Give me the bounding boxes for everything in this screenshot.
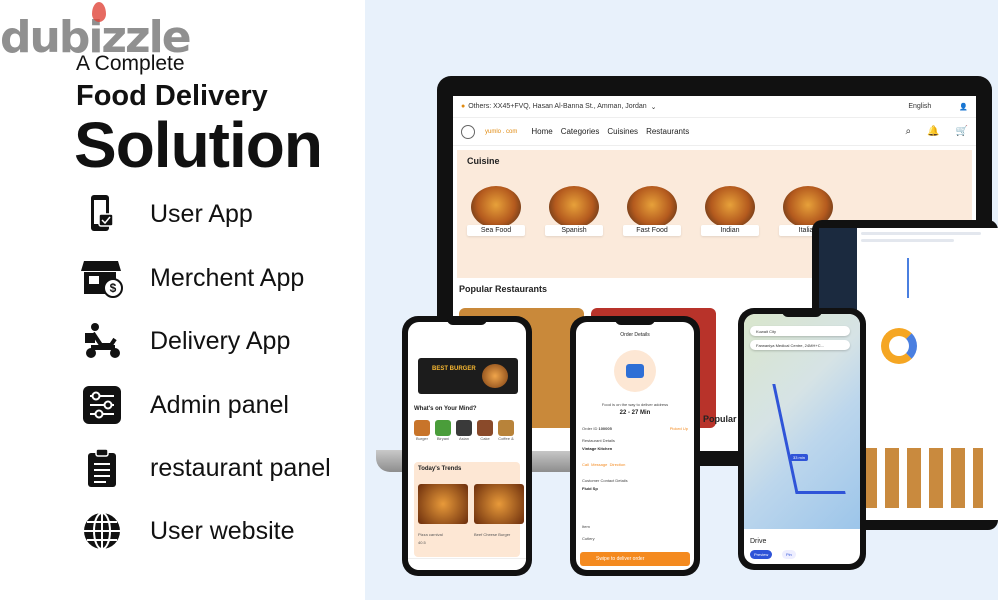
feature-label: Admin panel	[150, 390, 289, 419]
delivery-app-phone: Order Details Food is on the way to deli…	[570, 316, 700, 576]
food-image	[549, 186, 599, 228]
category-item[interactable]: Biryani	[435, 420, 451, 441]
burger-image	[482, 364, 508, 388]
eta-badge: 33 min	[790, 454, 809, 461]
swipe-to-deliver-button[interactable]: Swipe to deliver order	[580, 552, 690, 566]
chevron-down-icon: ⌄	[650, 103, 657, 111]
cuisine-heading: Cuisine	[467, 156, 500, 166]
food-grid	[863, 448, 983, 508]
user-icon[interactable]: 👤	[959, 103, 968, 111]
sliders-panel-icon	[80, 383, 124, 427]
bottom-tab-bar	[408, 558, 526, 570]
scooter-icon	[626, 364, 644, 378]
user-app-screen: BEST BURGER What's on Your Mind? Burger …	[408, 322, 526, 570]
location-pin-icon: ●	[461, 103, 466, 110]
chart-bar	[907, 258, 909, 298]
user-app-phone: BEST BURGER What's on Your Mind? Burger …	[402, 316, 532, 576]
food-image	[627, 186, 677, 228]
logo-icon	[461, 124, 475, 139]
feature-delivery-app: Delivery App	[80, 319, 290, 363]
category-item[interactable]: Asian	[456, 420, 472, 441]
cart-icon[interactable]: 🛒	[956, 126, 968, 137]
feature-user-website: User website	[80, 509, 295, 553]
nav-restaurants[interactable]: Restaurants	[646, 127, 689, 136]
donut-chart	[881, 328, 917, 364]
feature-label: User App	[150, 199, 253, 228]
nav-categories[interactable]: Categories	[561, 127, 600, 136]
feature-admin-panel: Admin panel	[80, 383, 289, 427]
preview-button[interactable]: Preview	[750, 550, 773, 559]
nav-cuisines[interactable]: Cuisines	[607, 127, 638, 136]
food-card[interactable]	[474, 484, 524, 524]
promo-banner[interactable]: BEST BURGER	[418, 358, 518, 394]
location-bar: ● Others: XX45+FVQ, Hasan Al-Banna St., …	[453, 96, 976, 118]
bell-icon[interactable]: 🔔	[927, 126, 939, 137]
language-select[interactable]: English	[908, 103, 931, 110]
headline-line1: A Complete	[76, 52, 185, 75]
location-text[interactable]: Others: XX45+FVQ, Hasan Al-Banna St., Am…	[468, 103, 646, 110]
cuisine-item[interactable]: Sea Food	[467, 186, 525, 236]
feature-label: Merchent App	[150, 263, 305, 292]
pin-button[interactable]: Pin	[782, 550, 796, 559]
driver-app-phone: Kuwait City Farwaniya Medical Centre, 24…	[738, 308, 866, 570]
feature-restaurant-panel: restaurant panel	[80, 446, 331, 490]
storefront-dollar-icon: $	[80, 256, 124, 300]
destination-field[interactable]: Farwaniya Medical Centre, 24MH+C...	[750, 340, 850, 350]
food-card[interactable]	[418, 484, 468, 524]
food-image	[471, 186, 521, 228]
globe-icon	[80, 509, 124, 553]
travel-mode: Drive	[750, 538, 767, 545]
food-image	[705, 186, 755, 228]
category-item[interactable]: Coffee &	[498, 420, 514, 441]
main-nav: yumlo . com Home Categories Cuisines Res…	[453, 118, 976, 146]
popular-heading: Popular Restaurants	[459, 284, 548, 294]
feature-label: restaurant panel	[150, 453, 331, 482]
delivery-app-screen: Order Details Food is on the way to deli…	[576, 322, 694, 570]
category-item[interactable]: Burger	[414, 420, 430, 441]
cuisine-item[interactable]: Spanish	[545, 186, 603, 236]
origin-field[interactable]: Kuwait City	[750, 326, 850, 336]
promo-panel: dubizzle A Complete Food Delivery Soluti…	[0, 0, 365, 600]
cuisine-item[interactable]: Indian	[701, 186, 759, 236]
category-item[interactable]: Cake	[477, 420, 493, 441]
popular-label: Popular	[703, 414, 737, 424]
brand-name: yumlo . com	[485, 128, 518, 135]
svg-text:$: $	[110, 281, 117, 295]
clipboard-icon	[80, 446, 124, 490]
feature-label: User website	[150, 516, 295, 545]
delivery-scooter-icon	[80, 319, 124, 363]
feature-merchant-app: $ Merchent App	[80, 256, 304, 300]
search-icon[interactable]: ⌕	[905, 126, 911, 137]
flame-icon	[92, 2, 106, 22]
section-title: What's on Your Mind?	[414, 406, 477, 412]
smartphone-check-icon	[80, 192, 124, 236]
nav-home[interactable]: Home	[531, 127, 552, 136]
feature-user-app: User App	[80, 192, 253, 236]
screen-title: Order Details	[620, 332, 650, 338]
cuisine-item[interactable]: Fast Food	[623, 186, 681, 236]
headline-title: Solution	[74, 109, 323, 181]
driver-map-screen: Kuwait City Farwaniya Medical Centre, 24…	[744, 314, 860, 564]
admin-dashboard	[857, 228, 998, 520]
feature-label: Delivery App	[150, 326, 291, 355]
today-trends: Today's Trends Pizza carnival 40.5 Beef …	[414, 462, 524, 557]
